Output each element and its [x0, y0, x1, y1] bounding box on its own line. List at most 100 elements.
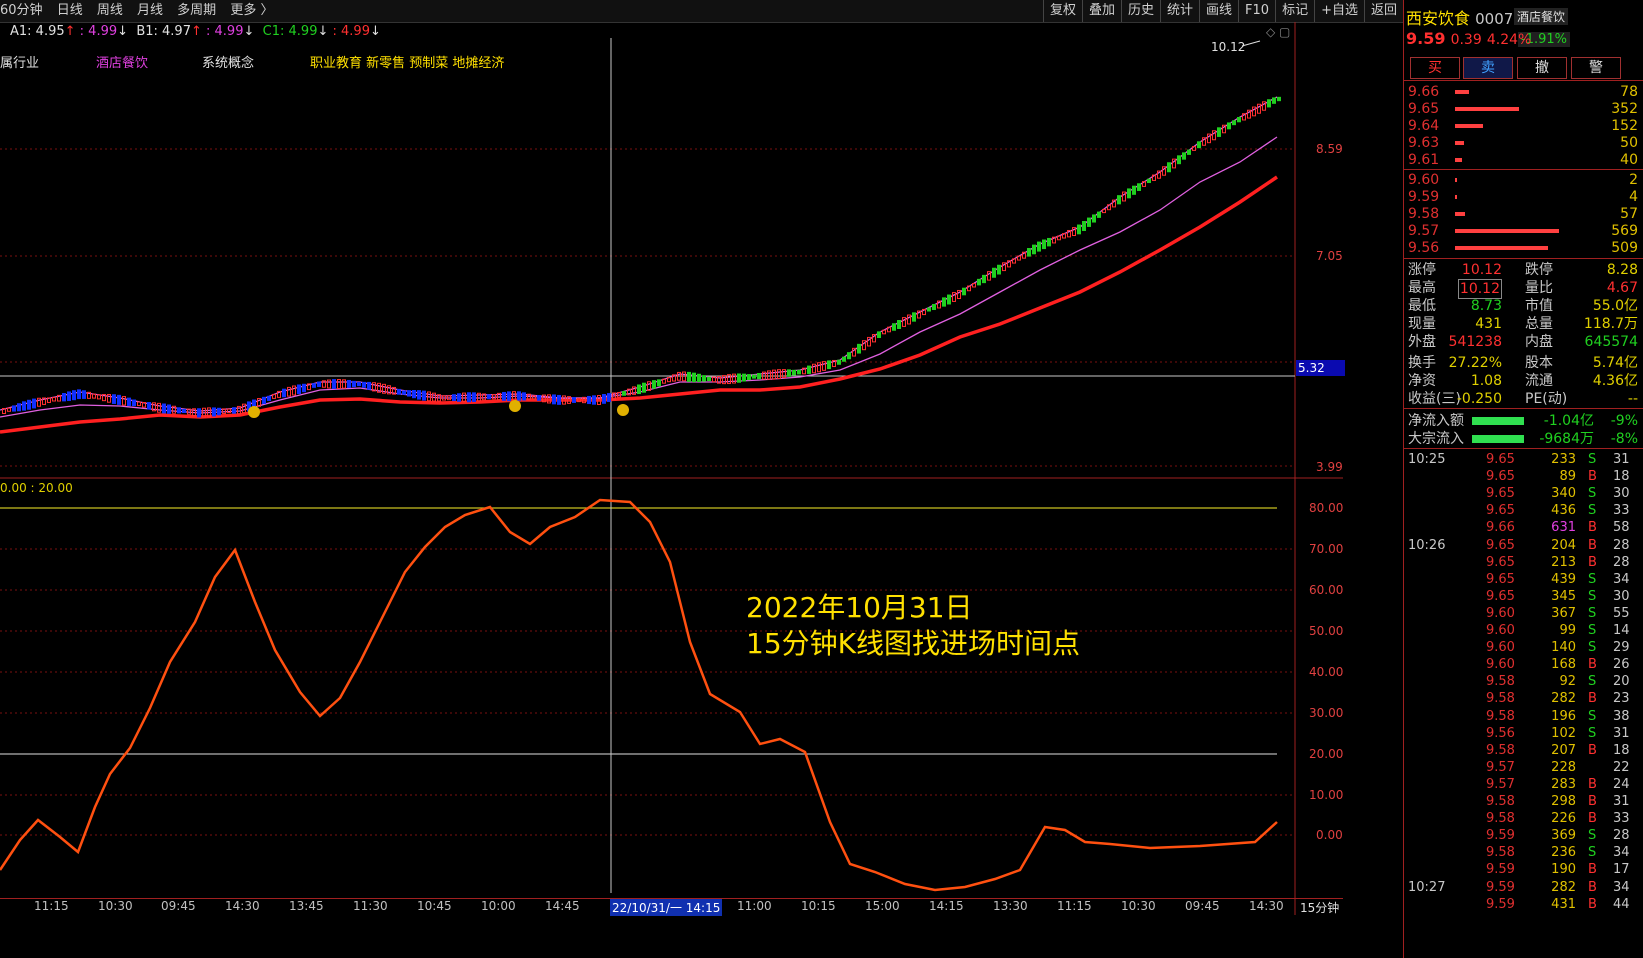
- tool-f10-button[interactable]: F10: [1238, 0, 1275, 22]
- stat-label: PE(动): [1525, 391, 1568, 407]
- tick-row[interactable]: 9.60 99 S 14: [1408, 622, 1640, 639]
- settings-diamond-icon[interactable]: ◇ ▢: [1266, 25, 1290, 39]
- candle: [952, 292, 956, 302]
- candle: [52, 396, 56, 402]
- tick-row[interactable]: 9.65 213 B 28: [1408, 554, 1640, 571]
- tool-overlay-button[interactable]: 叠加: [1081, 0, 1121, 22]
- tick-row[interactable]: 9.58 282 B 23: [1408, 690, 1640, 707]
- tick-row[interactable]: 9.58 298 B 31: [1408, 793, 1640, 810]
- ask-level[interactable]: 9.61 40: [1408, 151, 1638, 169]
- tool-mark-button[interactable]: 标记: [1275, 0, 1314, 22]
- tool-draw-button[interactable]: 画线: [1199, 0, 1238, 22]
- tick-row[interactable]: 9.58 207 B 18: [1408, 742, 1640, 759]
- candle: [1167, 162, 1171, 173]
- tick-row[interactable]: 9.58 236 S 34: [1408, 844, 1640, 861]
- tick-side: B: [1588, 794, 1597, 809]
- stat-value: -0.250: [1456, 391, 1502, 407]
- divider: [1404, 80, 1643, 81]
- candle: [907, 314, 911, 325]
- tab-weekly[interactable]: 周线: [97, 0, 123, 22]
- bid-level[interactable]: 9.59 4: [1408, 188, 1638, 206]
- bid-level[interactable]: 9.60 2: [1408, 171, 1638, 189]
- ask-level[interactable]: 9.66 78: [1408, 83, 1638, 101]
- candle: [897, 320, 901, 329]
- stat-value: 5.74亿: [1592, 355, 1638, 371]
- stat-label: 跌停: [1525, 262, 1553, 278]
- axis-label: 40.00: [1309, 665, 1344, 679]
- tick-row[interactable]: 9.59 190 B 17: [1408, 861, 1640, 878]
- tick-row[interactable]: 9.65 89 B 18: [1408, 468, 1640, 485]
- stat-row: 外盘 541238 内盘 645574: [1408, 333, 1638, 351]
- signal-coin-icon: [248, 406, 260, 418]
- tick-row[interactable]: 9.65 345 S 30: [1408, 588, 1640, 605]
- tick-row[interactable]: 9.57 228 22: [1408, 759, 1640, 776]
- tick-row[interactable]: 9.65 439 S 34: [1408, 571, 1640, 588]
- stat-label: 内盘: [1525, 334, 1553, 350]
- axis-label: 8.59: [1316, 142, 1343, 156]
- ask-level[interactable]: 9.65 352: [1408, 100, 1638, 118]
- ask-level[interactable]: 9.64 152: [1408, 117, 1638, 135]
- tick-row[interactable]: 9.58 196 S 38: [1408, 708, 1640, 725]
- tick-row[interactable]: 9.56 102 S 31: [1408, 725, 1640, 742]
- tick-price: 9.65: [1486, 486, 1515, 502]
- sell-button[interactable]: 卖: [1463, 57, 1513, 79]
- tick-row[interactable]: 9.60 140 S 29: [1408, 639, 1640, 656]
- kline-chart[interactable]: 10.12: [0, 22, 1343, 915]
- candle: [592, 395, 596, 405]
- candle: [1187, 149, 1191, 155]
- tab-more[interactable]: 更多 〉: [230, 0, 273, 22]
- candle: [602, 393, 606, 404]
- alert-button[interactable]: 警: [1571, 57, 1621, 79]
- stat-value: 4.36亿: [1592, 373, 1638, 389]
- candle: [302, 383, 306, 393]
- ask-volume: 40: [1620, 152, 1638, 168]
- signal-coin-icon: [617, 404, 629, 416]
- tool-stats-button[interactable]: 统计: [1160, 0, 1199, 22]
- candle: [842, 356, 846, 362]
- tick-row[interactable]: 10:27 9.59 282 B 34: [1408, 879, 1640, 896]
- tick-row[interactable]: 10:26 9.65 204 B 28: [1408, 537, 1640, 554]
- candle: [242, 403, 246, 414]
- period-label[interactable]: 15分钟: [1300, 899, 1339, 916]
- tab-multi-period[interactable]: 多周期: [177, 0, 216, 22]
- tab-60min[interactable]: 60分钟: [0, 0, 43, 22]
- candle: [472, 392, 476, 402]
- tab-monthly[interactable]: 月线: [137, 0, 163, 22]
- bid-level[interactable]: 9.57 569: [1408, 222, 1638, 240]
- cancel-order-button[interactable]: 撤: [1517, 57, 1567, 79]
- tick-price: 9.60: [1486, 605, 1515, 621]
- tick-row[interactable]: 9.59 369 S 28: [1408, 827, 1640, 844]
- price-row: 9.59 0.39 4.24%: [1406, 29, 1531, 48]
- tool-watchlist-button[interactable]: +自选: [1314, 0, 1364, 22]
- ask-volume-bar: [1455, 158, 1462, 162]
- candle: [522, 392, 526, 401]
- stock-name[interactable]: 西安饮食: [1406, 9, 1470, 28]
- tool-adjust-button[interactable]: 复权: [1042, 0, 1082, 22]
- candle: [32, 398, 36, 409]
- candle: [1237, 116, 1241, 123]
- buy-button[interactable]: 买: [1410, 57, 1460, 79]
- candle: [947, 294, 951, 305]
- tool-history-button[interactable]: 历史: [1120, 0, 1160, 22]
- tick-row[interactable]: 10:25 9.65 233 S 31: [1408, 451, 1640, 468]
- sector-badge[interactable]: 酒店餐饮: [1514, 8, 1569, 25]
- tick-count: 58: [1613, 520, 1630, 536]
- tick-row[interactable]: 9.57 283 B 24: [1408, 776, 1640, 793]
- tick-row[interactable]: 9.60 168 B 26: [1408, 656, 1640, 673]
- tab-daily[interactable]: 日线: [57, 0, 83, 22]
- tick-row[interactable]: 9.58 92 S 20: [1408, 673, 1640, 690]
- ask-level[interactable]: 9.63 50: [1408, 134, 1638, 152]
- candle: [652, 380, 656, 389]
- tool-back-button[interactable]: 返回: [1363, 0, 1403, 22]
- tick-row[interactable]: 9.60 367 S 55: [1408, 605, 1640, 622]
- tick-row[interactable]: 9.59 431 B 44: [1408, 896, 1640, 913]
- bid-level[interactable]: 9.58 57: [1408, 205, 1638, 223]
- bid-level[interactable]: 9.56 509: [1408, 239, 1638, 257]
- tick-row[interactable]: 9.66 631 B 58: [1408, 519, 1640, 536]
- tick-row[interactable]: 9.65 436 S 33: [1408, 502, 1640, 519]
- candle: [507, 391, 511, 402]
- stat-value: 1.08: [1470, 373, 1502, 389]
- tick-count: 30: [1613, 486, 1630, 502]
- tick-row[interactable]: 9.65 340 S 30: [1408, 485, 1640, 502]
- tick-row[interactable]: 9.58 226 B 33: [1408, 810, 1640, 827]
